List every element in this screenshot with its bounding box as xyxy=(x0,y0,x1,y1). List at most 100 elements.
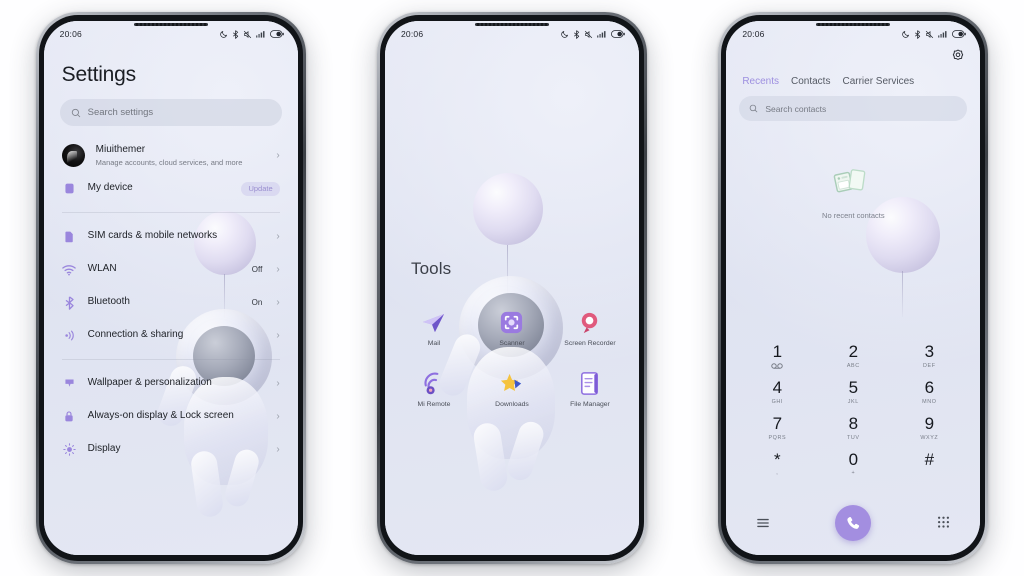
display-text: Display xyxy=(88,443,266,456)
bluetooth-icon xyxy=(232,29,238,39)
settings-screen: 20:06 Settings Search settings Miuitheme… xyxy=(43,21,298,555)
search-contacts-input[interactable]: Search contacts xyxy=(739,96,968,121)
phone-bezel: 20:06 Recents Contacts Carrier Services … xyxy=(721,15,986,561)
signal-icon xyxy=(938,31,947,38)
mute-icon xyxy=(584,30,593,38)
dialpad-key-star[interactable]: * , xyxy=(739,450,815,478)
screen-recorder-icon xyxy=(576,309,603,336)
app-downloads[interactable]: Downloads xyxy=(473,370,551,409)
phone-settings: 20:06 Settings Search settings Miuitheme… xyxy=(35,12,306,564)
status-icons xyxy=(902,29,967,39)
settings-row-account[interactable]: Miuithemer Manage accounts, cloud servic… xyxy=(60,139,282,172)
empty-state-text: No recent contacts xyxy=(822,211,885,220)
tab-recents[interactable]: Recents xyxy=(742,76,779,87)
bluetooth-icon xyxy=(62,295,77,310)
app-label-file-manager: File Manager xyxy=(570,401,610,409)
dialpad-key-2[interactable]: 2 ABC xyxy=(815,343,891,370)
call-button[interactable] xyxy=(835,505,872,541)
dialer-content: Recents Contacts Carrier Services Search… xyxy=(726,47,980,555)
dialpad-key-7[interactable]: 7 PQRS xyxy=(739,414,815,442)
wallpaper-icon xyxy=(62,376,77,391)
dialpad-key-9[interactable]: 9 WXYZ xyxy=(891,414,967,442)
folder-title[interactable]: Tools xyxy=(411,259,451,279)
phone-dialer: 20:06 Recents Contacts Carrier Services … xyxy=(718,12,989,564)
settings-row-connection-sharing[interactable]: Connection & sharing › xyxy=(60,319,282,352)
search-icon xyxy=(750,104,758,113)
dialpad-key-3[interactable]: 3 DEF xyxy=(891,343,967,370)
app-scanner[interactable]: Scanner xyxy=(473,309,551,348)
settings-row-lock-screen[interactable]: Always-on display & Lock screen › xyxy=(60,400,282,433)
gear-icon[interactable] xyxy=(951,49,965,68)
key-number-hash: # xyxy=(924,449,935,469)
dialpad-key-0[interactable]: 0 + xyxy=(815,449,891,478)
bluetooth-icon xyxy=(574,29,580,39)
search-settings-input[interactable]: Search settings xyxy=(59,99,282,126)
app-file-manager[interactable]: File Manager xyxy=(551,370,629,409)
status-time: 20:06 xyxy=(400,29,424,39)
app-mail[interactable]: Mail xyxy=(395,309,473,348)
folder-screen: 20:06 Tools Mail Scanner Screen Recorder… xyxy=(384,21,639,555)
dialer-screen: 20:06 Recents Contacts Carrier Services … xyxy=(726,21,981,555)
key-number-6: 6 xyxy=(924,377,935,397)
no-contacts-icon xyxy=(832,165,874,204)
app-screen-recorder[interactable]: Screen Recorder xyxy=(551,309,629,348)
settings-row-bluetooth[interactable]: Bluetooth On › xyxy=(60,286,282,319)
settings-label-connection-sharing: Connection & sharing xyxy=(87,329,184,341)
device-icon xyxy=(62,181,77,196)
settings-row-my-device[interactable]: My device Update xyxy=(60,172,282,205)
earpiece-speaker xyxy=(474,23,549,26)
sim-icon xyxy=(62,229,77,244)
dialer-bottom-bar xyxy=(739,505,967,541)
settings-row-wallpaper[interactable]: Wallpaper & personalization › xyxy=(60,367,282,400)
status-icons xyxy=(219,29,284,39)
connection-text: Connection & sharing xyxy=(88,329,266,342)
keypad-icon[interactable] xyxy=(935,515,951,531)
lock-text: Always-on display & Lock screen xyxy=(88,410,266,423)
search-settings-placeholder: Search settings xyxy=(87,107,154,118)
dialpad-key-hash[interactable]: # xyxy=(891,449,967,478)
app-label-downloads: Downloads xyxy=(495,401,529,409)
update-badge[interactable]: Update xyxy=(241,181,280,196)
my-device-text: My device xyxy=(88,182,231,195)
account-name: Miuithemer xyxy=(95,144,146,155)
wlan-text: WLAN xyxy=(88,263,241,276)
earpiece-speaker xyxy=(816,23,891,26)
key-letters-star: , xyxy=(776,470,779,477)
bluetooth-text: Bluetooth xyxy=(88,296,241,309)
app-label-scanner: Scanner xyxy=(499,340,525,347)
bluetooth-icon xyxy=(915,29,921,39)
app-mi-remote[interactable]: Mi Remote xyxy=(395,370,473,409)
signal-icon xyxy=(255,31,265,38)
dialpad-key-8[interactable]: 8 TUV xyxy=(815,413,891,442)
page-title: Settings xyxy=(61,63,136,86)
key-letters-5: JKL xyxy=(847,398,859,405)
key-number-3: 3 xyxy=(924,342,935,361)
dialpad-key-4[interactable]: 4 GHI xyxy=(739,378,815,406)
search-icon xyxy=(71,108,80,117)
downloads-icon xyxy=(498,370,525,397)
key-letters-7: PQRS xyxy=(768,434,787,441)
dnd-moon-icon xyxy=(219,30,227,38)
tab-contacts[interactable]: Contacts xyxy=(791,76,830,87)
settings-content: Settings Search settings Miuithemer Mana… xyxy=(44,63,298,466)
settings-row-wlan[interactable]: WLAN Off › xyxy=(60,253,282,286)
settings-label-display: Display xyxy=(87,443,121,455)
settings-row-sim-cards[interactable]: SIM cards & mobile networks › xyxy=(60,220,282,253)
chevron-right-icon: › xyxy=(276,296,280,308)
settings-label-bluetooth: Bluetooth xyxy=(87,296,130,308)
settings-row-display[interactable]: Display › xyxy=(60,433,282,466)
tab-carrier-services[interactable]: Carrier Services xyxy=(842,76,914,87)
key-number-8: 8 xyxy=(848,413,859,433)
dnd-moon-icon xyxy=(561,30,569,38)
battery-icon xyxy=(952,30,967,38)
bluetooth-value: On xyxy=(251,298,263,307)
key-number-0: 0 xyxy=(848,449,859,469)
dialpad-key-1[interactable]: 1 xyxy=(739,343,815,370)
key-letters-6: MNO xyxy=(922,398,937,405)
account-subtitle: Manage accounts, cloud services, and mor… xyxy=(95,158,243,167)
dialpad-key-6[interactable]: 6 MNO xyxy=(891,377,967,406)
menu-icon[interactable] xyxy=(755,515,771,531)
settings-label-wallpaper: Wallpaper & personalization xyxy=(87,377,212,389)
key-number-2: 2 xyxy=(848,342,859,361)
dialpad-key-5[interactable]: 5 JKL xyxy=(815,378,891,406)
